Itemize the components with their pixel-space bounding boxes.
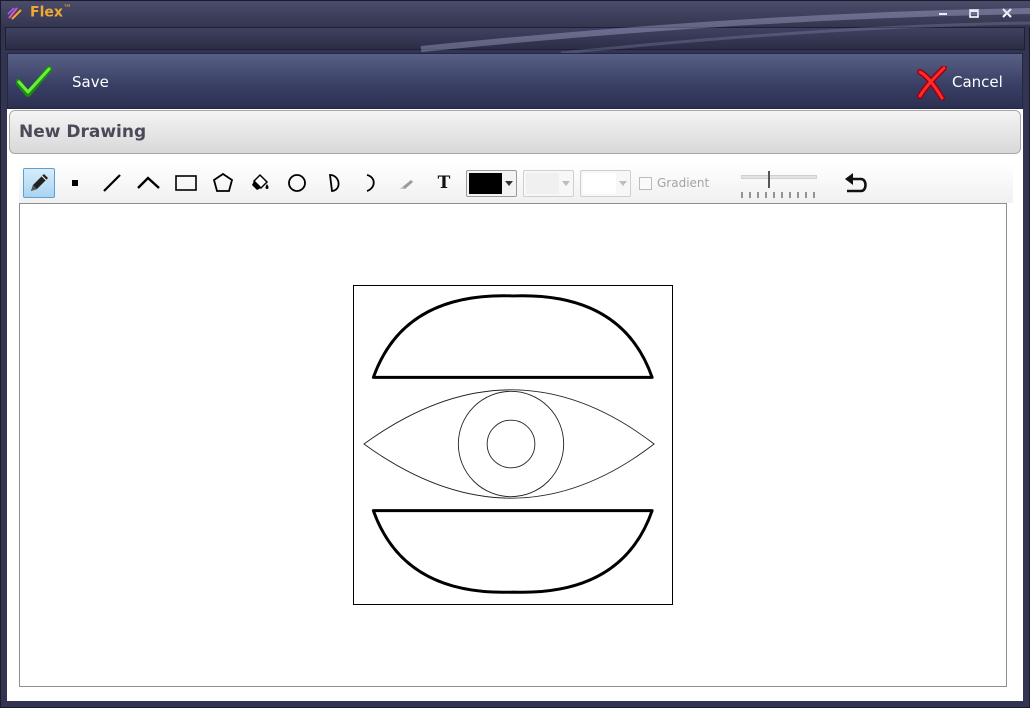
drawing-canvas[interactable] (19, 203, 1007, 687)
polyline-tool[interactable] (133, 168, 165, 198)
fill-color-swatch (526, 173, 559, 194)
iris-circle-shape (457, 390, 565, 498)
point-icon (72, 180, 78, 186)
dropdown-arrow-icon (562, 181, 570, 186)
close-button[interactable] (999, 5, 1015, 21)
circle-icon (288, 174, 306, 192)
save-button[interactable]: Save (16, 64, 126, 100)
closed-arc-icon (328, 174, 340, 192)
app-title-text: Flex (30, 4, 63, 21)
close-icon (1002, 8, 1012, 18)
slider-ticks (741, 192, 815, 198)
text-tool[interactable]: T (428, 168, 460, 198)
page-title: New Drawing (19, 122, 147, 142)
app-title: Flex™ (30, 4, 72, 21)
arc-icon (366, 174, 375, 192)
stroke-color-picker[interactable] (466, 170, 517, 197)
content-area: New Drawing T Gradient (7, 109, 1023, 701)
drawing-artwork (353, 285, 673, 605)
app-window: Flex™ Save Cancel New Drawing T Gradient (0, 0, 1030, 708)
minimize-button[interactable] (935, 5, 951, 21)
dropdown-arrow-icon (619, 181, 627, 186)
pencil-tool[interactable] (23, 168, 55, 198)
maximize-button[interactable] (966, 5, 982, 21)
gradient-color-picker[interactable] (580, 170, 631, 197)
top-half-circle-shape (371, 294, 654, 379)
app-logo-icon (7, 7, 22, 20)
fill-color-picker[interactable] (523, 170, 574, 197)
cancel-label: Cancel (952, 73, 1003, 91)
cross-icon (917, 66, 947, 100)
minimize-icon (939, 13, 947, 15)
arc-tool[interactable] (354, 168, 386, 198)
gradient-color-swatch (583, 173, 616, 194)
pencil-icon (31, 174, 48, 191)
line-tool[interactable] (96, 168, 128, 198)
action-bar: Save Cancel (7, 53, 1023, 109)
rectangle-icon (175, 175, 197, 191)
polygon-tool[interactable] (207, 168, 239, 198)
dropdown-arrow-icon (505, 181, 513, 186)
text-tool-glyph: T (437, 173, 451, 193)
eraser-tool[interactable] (391, 168, 423, 198)
cancel-button[interactable]: Cancel (914, 64, 1006, 100)
paint-bucket-icon (252, 173, 269, 190)
title-bar[interactable]: Flex™ (1, 1, 1030, 27)
stroke-color-swatch (469, 173, 502, 194)
drawing-header: New Drawing (9, 110, 1021, 154)
trademark-mark: ™ (62, 4, 72, 14)
rectangle-tool[interactable] (170, 168, 202, 198)
undo-icon (845, 173, 867, 193)
bottom-half-circle-shape (371, 509, 654, 594)
undo-button[interactable] (841, 170, 871, 198)
save-label: Save (72, 73, 109, 91)
gradient-label: Gradient (657, 176, 710, 190)
point-tool[interactable] (59, 168, 91, 198)
eraser-icon (400, 180, 413, 189)
maximize-icon (969, 9, 979, 18)
line-icon (103, 174, 121, 192)
menu-strip (5, 27, 1025, 50)
line-width-slider-thumb[interactable] (768, 171, 772, 188)
polyline-icon (137, 176, 160, 189)
drawing-toolbar: T Gradient (19, 163, 1013, 203)
checkmark-icon (16, 66, 52, 97)
eye-outline-shape (363, 389, 655, 499)
line-width-slider-track[interactable] (741, 175, 817, 179)
ellipse-tool[interactable] (281, 168, 313, 198)
gradient-checkbox[interactable] (639, 177, 652, 190)
polygon-icon (212, 172, 234, 192)
pupil-circle-shape (486, 419, 536, 469)
paint-bucket-tool[interactable] (244, 168, 276, 198)
closed-arc-tool[interactable] (317, 168, 349, 198)
